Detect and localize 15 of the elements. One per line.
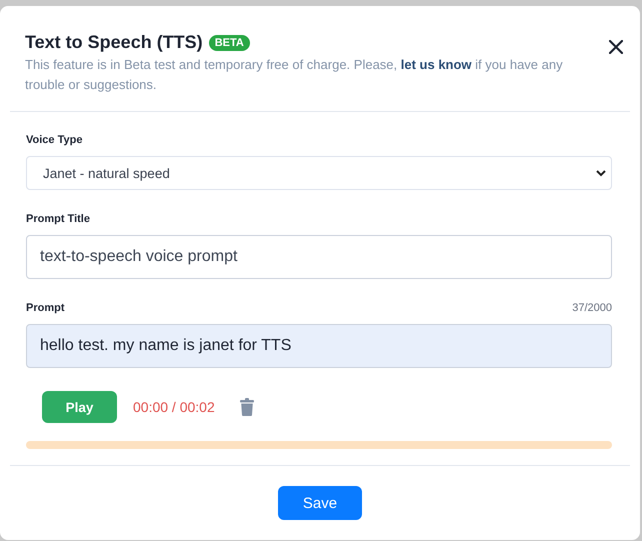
description-text: This feature is in Beta test and temporary free of charge. Please, let us know if you have any trouble or suggestions. bbox=[25, 56, 564, 94]
field-label: Prompt bbox=[26, 302, 64, 314]
playback-time: 00:00 / 00:02 bbox=[133, 399, 215, 415]
field-label: Prompt Title bbox=[26, 213, 90, 225]
dialog-title: Text to Speech (TTS) bbox=[25, 32, 203, 53]
chevron-down-icon bbox=[596, 170, 606, 176]
beta-badge: BETA bbox=[208, 34, 250, 50]
save-button[interactable]: Save bbox=[278, 486, 362, 520]
field-label: Voice Type bbox=[26, 134, 82, 146]
title-input[interactable]: text-to-speech voice prompt bbox=[26, 235, 612, 279]
character-counter: 37/2000 bbox=[572, 302, 612, 314]
voice-select[interactable]: Janet - natural speed bbox=[26, 156, 612, 190]
prompt-input[interactable]: hello test. my name is janet for TTS bbox=[26, 324, 612, 368]
delete-button[interactable] bbox=[240, 398, 254, 416]
feedback-link[interactable]: let us know bbox=[400, 57, 472, 72]
